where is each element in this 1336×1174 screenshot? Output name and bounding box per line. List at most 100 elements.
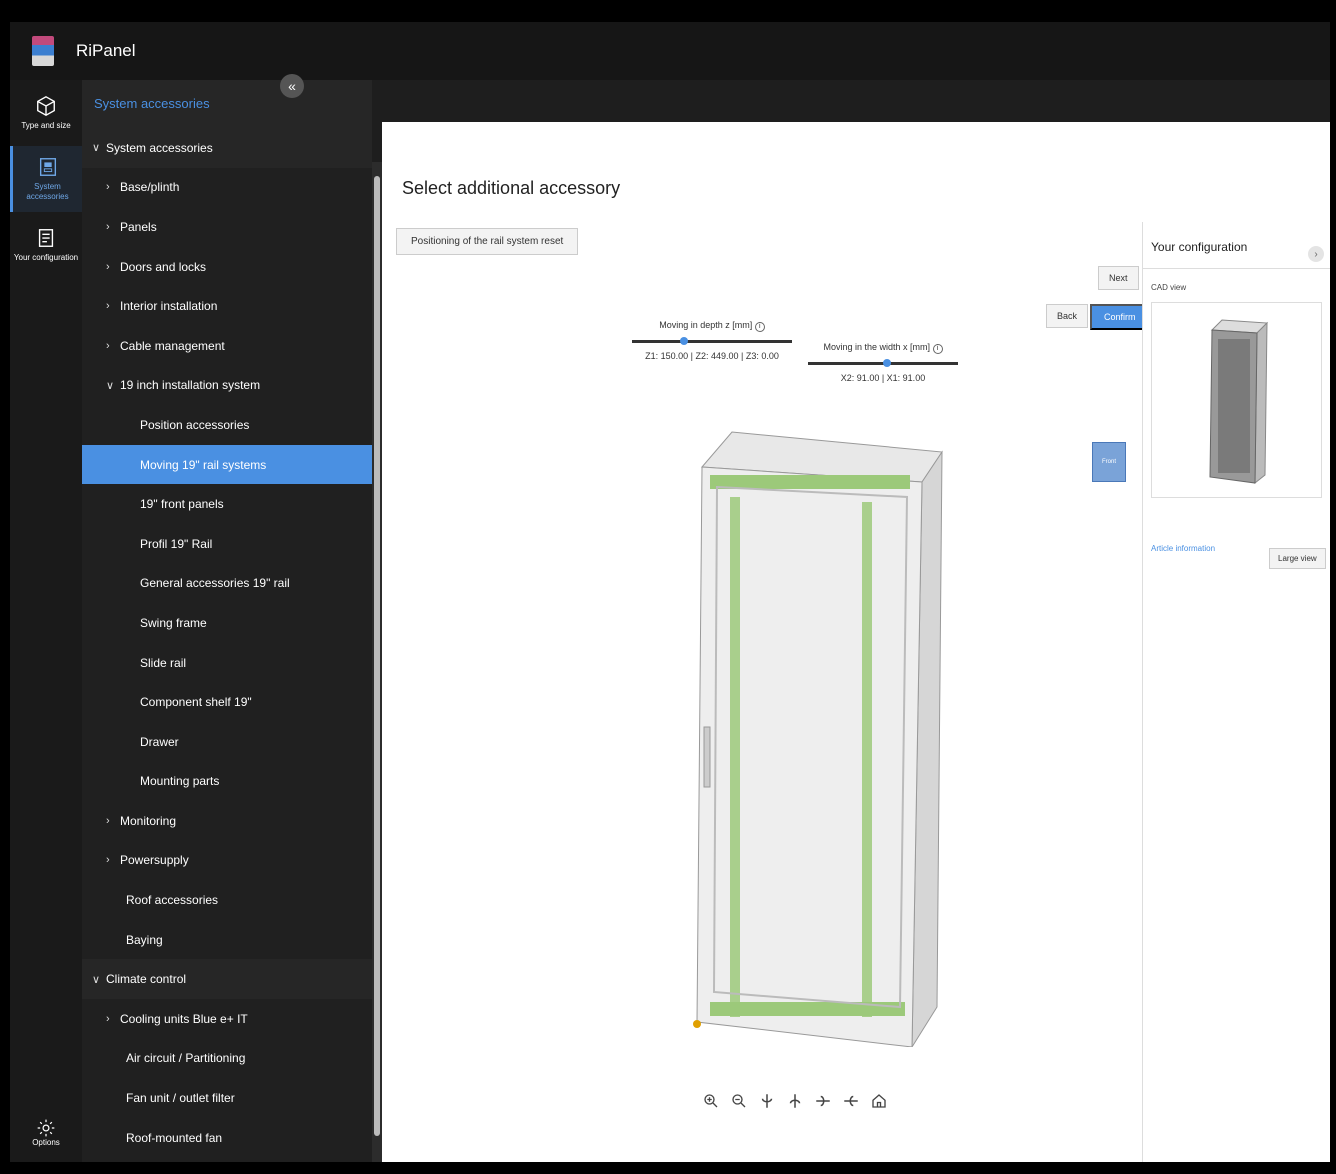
info-icon[interactable]: i (932, 344, 943, 354)
tree-item[interactable]: Baying (82, 920, 372, 960)
tree-item-label: Position accessories (140, 417, 250, 432)
tree-item[interactable]: › Powersupply (82, 841, 372, 881)
cabinet-3d-view[interactable] (682, 407, 962, 1047)
chevron-right-icon[interactable]: › (106, 261, 120, 273)
rotate-up-icon[interactable] (812, 1090, 834, 1112)
tree-item[interactable]: Roof-mounted fan (82, 1118, 372, 1158)
scrollbar-thumb[interactable] (374, 176, 380, 1136)
app-title: RiPanel (76, 41, 136, 60)
tree-item-label: Roof-mounted fan (126, 1130, 223, 1145)
tree-item[interactable]: Swing frame (82, 603, 372, 643)
info-icon[interactable]: i (754, 322, 765, 332)
tree-item[interactable]: Roof accessories (82, 880, 372, 920)
viewer-toolbar (700, 1090, 890, 1112)
page-title: Select additional accessory (402, 178, 621, 198)
chevron-down-icon[interactable]: ∨ (106, 379, 120, 392)
tree-item[interactable]: Air circuit / Partitioning (82, 1039, 372, 1079)
tree-item-label: Panels (120, 219, 157, 234)
tree-item[interactable]: ∨ System accessories (82, 128, 372, 168)
width-values: X2: 91.00 | X1: 91.00 (840, 373, 926, 383)
width-slider-track[interactable] (808, 359, 958, 367)
configuration-panel: Your configuration › CAD view Article in… (1142, 222, 1330, 1162)
rotate-left-icon[interactable] (756, 1090, 778, 1112)
chevron-right-icon[interactable]: › (106, 221, 120, 233)
chevron-down-icon[interactable]: ∨ (92, 141, 106, 154)
confirm-button[interactable]: Confirm (1090, 304, 1150, 330)
tree-item-label: Powersupply (120, 853, 189, 868)
tree-item[interactable]: › Interior installation (82, 286, 372, 326)
rail-item-options[interactable]: Options (10, 1102, 82, 1162)
tree-item[interactable]: 19" front panels (82, 484, 372, 524)
tree-item-label: Profil 19" Rail (140, 536, 213, 551)
tree-item[interactable]: › Monitoring (82, 801, 372, 841)
document-icon (38, 229, 54, 247)
home-icon[interactable] (868, 1090, 890, 1112)
chevron-down-icon[interactable]: ∨ (92, 973, 106, 986)
chevron-right-icon[interactable]: › (106, 340, 120, 352)
gear-icon (37, 1119, 55, 1136)
tree-item-label: Fan unit / outlet filter (126, 1091, 235, 1106)
tree-item[interactable]: › Cable management (82, 326, 372, 366)
tree-item[interactable]: Moving 19" rail systems (82, 444, 372, 485)
depth-slider-knob[interactable] (680, 337, 688, 345)
app-logo (32, 36, 54, 66)
tree-item-label: Drawer (140, 734, 179, 749)
chevron-right-icon[interactable]: › (106, 300, 120, 312)
rail-item-your-configuration[interactable]: Your configuration (10, 212, 82, 278)
depth-slider-track[interactable] (632, 337, 792, 345)
width-slider-knob[interactable] (883, 359, 891, 367)
configuration-title: Your configuration (1143, 222, 1330, 269)
rail-label: Your configuration (13, 253, 79, 262)
next-button[interactable]: Next (1098, 266, 1139, 290)
tree-item[interactable]: › Doors and locks (82, 247, 372, 287)
tree-scrollbar[interactable] (372, 162, 382, 1162)
tree-item[interactable]: General accessories 19" rail (82, 564, 372, 604)
chevron-right-icon[interactable]: › (106, 1013, 120, 1025)
chevron-right-icon[interactable]: › (106, 815, 120, 827)
title-bar: RiPanel (10, 22, 1330, 80)
tree-item-label: Doors and locks (120, 259, 207, 274)
tree-item-label: Monitoring (120, 813, 177, 828)
large-view-button[interactable]: Large view (1269, 548, 1326, 569)
tree-item[interactable]: Position accessories (82, 405, 372, 445)
chevron-right-icon[interactable]: › (106, 854, 120, 866)
reset-positioning-button[interactable]: Positioning of the rail system reset (396, 228, 579, 255)
rotate-down-icon[interactable] (840, 1090, 862, 1112)
rail-item-system-accessories[interactable]: System accessories (10, 146, 82, 212)
cad-preview[interactable] (1151, 302, 1322, 498)
tree-item[interactable]: Component shelf 19" (82, 682, 372, 722)
rotate-right-icon[interactable] (784, 1090, 806, 1112)
article-information-link[interactable]: Article information (1151, 544, 1215, 553)
tree-item[interactable]: ∨ Climate control (82, 959, 372, 1000)
tree-item-label: Baying (126, 932, 163, 947)
tree-item[interactable]: Fan unit / outlet filter (82, 1078, 372, 1118)
tree-rows: ∨ System accessories › Base/plinth › Panels › D… (82, 128, 372, 1157)
tree-header: System accessories (82, 80, 372, 128)
tree-item-label: Cooling units Blue e+ IT (120, 1011, 248, 1026)
depth-values: Z1: 150.00 | Z2: 449.00 | Z3: 0.00 (645, 351, 779, 361)
tree-item-label: System accessories (106, 140, 213, 155)
collapse-sidebar-button[interactable]: « (280, 74, 304, 98)
tree-item[interactable]: › Panels (82, 207, 372, 247)
view-cube[interactable]: Front (1092, 442, 1126, 482)
depth-slider: Moving in depth z [mm] i Z1: 150.00 | Z2… (632, 320, 792, 361)
rail-item-type-and-size[interactable]: Type and size (10, 80, 82, 146)
zoom-out-icon[interactable] (728, 1090, 750, 1112)
tree-item[interactable]: Slide rail (82, 643, 372, 683)
chevron-right-icon[interactable]: › (1308, 246, 1324, 262)
chevron-right-icon[interactable]: › (106, 181, 120, 193)
tree-item-label: Slide rail (140, 655, 187, 670)
tree-item[interactable]: Profil 19" Rail (82, 524, 372, 564)
tree-item[interactable]: › Base/plinth (82, 168, 372, 208)
tree-item-label: General accessories 19" rail (140, 576, 290, 591)
tree-item[interactable]: Mounting parts (82, 762, 372, 802)
zoom-in-icon[interactable] (700, 1090, 722, 1112)
tree-item[interactable]: › Cooling units Blue e+ IT (82, 999, 372, 1039)
tree-item[interactable]: ∨ 19 inch installation system (82, 366, 372, 406)
accessory-tree: System accessories ∨ System accessories › B… (82, 80, 372, 1162)
back-button[interactable]: Back (1046, 304, 1089, 328)
options-label: Options (32, 1137, 60, 1147)
rail-label: System accessories (26, 182, 69, 201)
accessories-icon (39, 158, 56, 176)
tree-item[interactable]: Drawer (82, 722, 372, 762)
